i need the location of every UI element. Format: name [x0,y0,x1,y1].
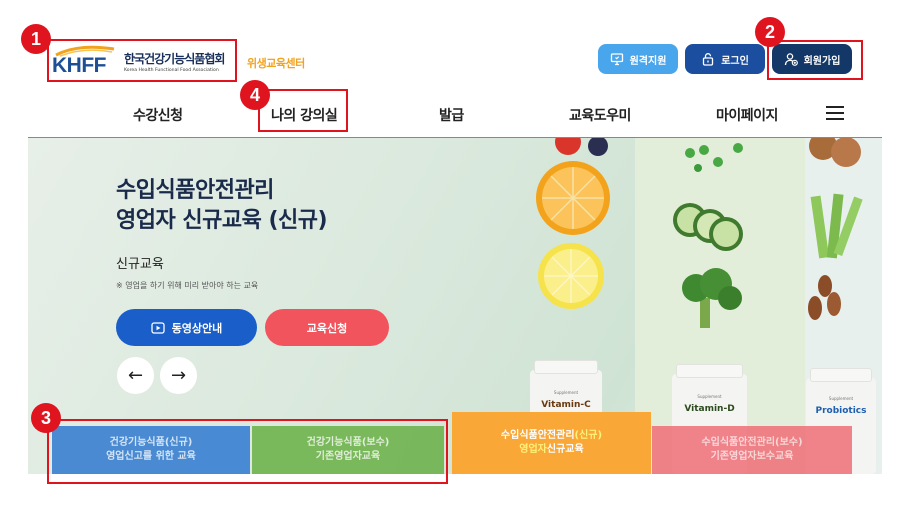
annotation-box-tabs [47,419,448,484]
tab-imported-food-refresher[interactable]: 수입식품안전관리(보수) 기존영업자보수교육 [652,426,852,474]
annotation-badge-1: 1 [21,24,51,54]
prev-slide-button[interactable]: ← [117,357,154,394]
apply-button[interactable]: 교육신청 [265,309,389,346]
video-guide-button[interactable]: 동영상안내 [116,309,257,346]
login-button[interactable]: 로그인 [685,44,765,74]
video-guide-label: 동영상안내 [171,321,223,335]
nav-item-help[interactable]: 교육도우미 [569,105,631,125]
hamburger-icon[interactable] [826,106,844,120]
remote-support-label: 원격지원 [629,55,667,67]
next-slide-button[interactable]: → [160,357,197,394]
bottle-label-vitamin-c: Vitamin-C [541,400,591,410]
site-subtitle: 위생교육센터 [247,57,305,70]
remote-support-button[interactable]: 원격지원 [598,44,678,74]
nav-item-course-registration[interactable]: 수강신청 [133,105,183,125]
nav-item-mypage[interactable]: 마이페이지 [716,105,778,125]
annotation-badge-3: 3 [31,403,61,433]
apply-label: 교육신청 [306,321,348,335]
hero-note: ※ 영업을 하기 위해 미리 받아야 하는 교육 [116,281,259,290]
annotation-box-logo [47,39,237,82]
hero-title: 수입식품안전관리 영업자 신규교육 (신규) [116,178,328,233]
tab-imported-food-new[interactable]: 수입식품안전관리(신규) 영업자신규교육 [452,412,651,474]
arrow-left-icon: ← [127,365,144,386]
monitor-icon [610,53,623,66]
annotation-badge-2: 2 [755,17,785,47]
annotation-box-signup [767,40,863,80]
arrow-right-icon: → [170,365,187,386]
bottle-label-vitamin-d: Vitamin-D [684,404,735,414]
nav-item-certificate[interactable]: 발급 [439,105,464,125]
annotation-box-my-classroom [258,89,348,132]
hero-subtitle: 신규교육 [116,257,164,272]
annotation-badge-4: 4 [240,80,270,110]
login-label: 로그인 [721,55,749,67]
bottle-label-probiotics: Probiotics [815,406,867,416]
lock-icon [703,53,714,66]
play-icon [151,321,165,334]
main-nav: 수강신청 나의 강의실 발급 교육도우미 마이페이지 [0,96,900,138]
